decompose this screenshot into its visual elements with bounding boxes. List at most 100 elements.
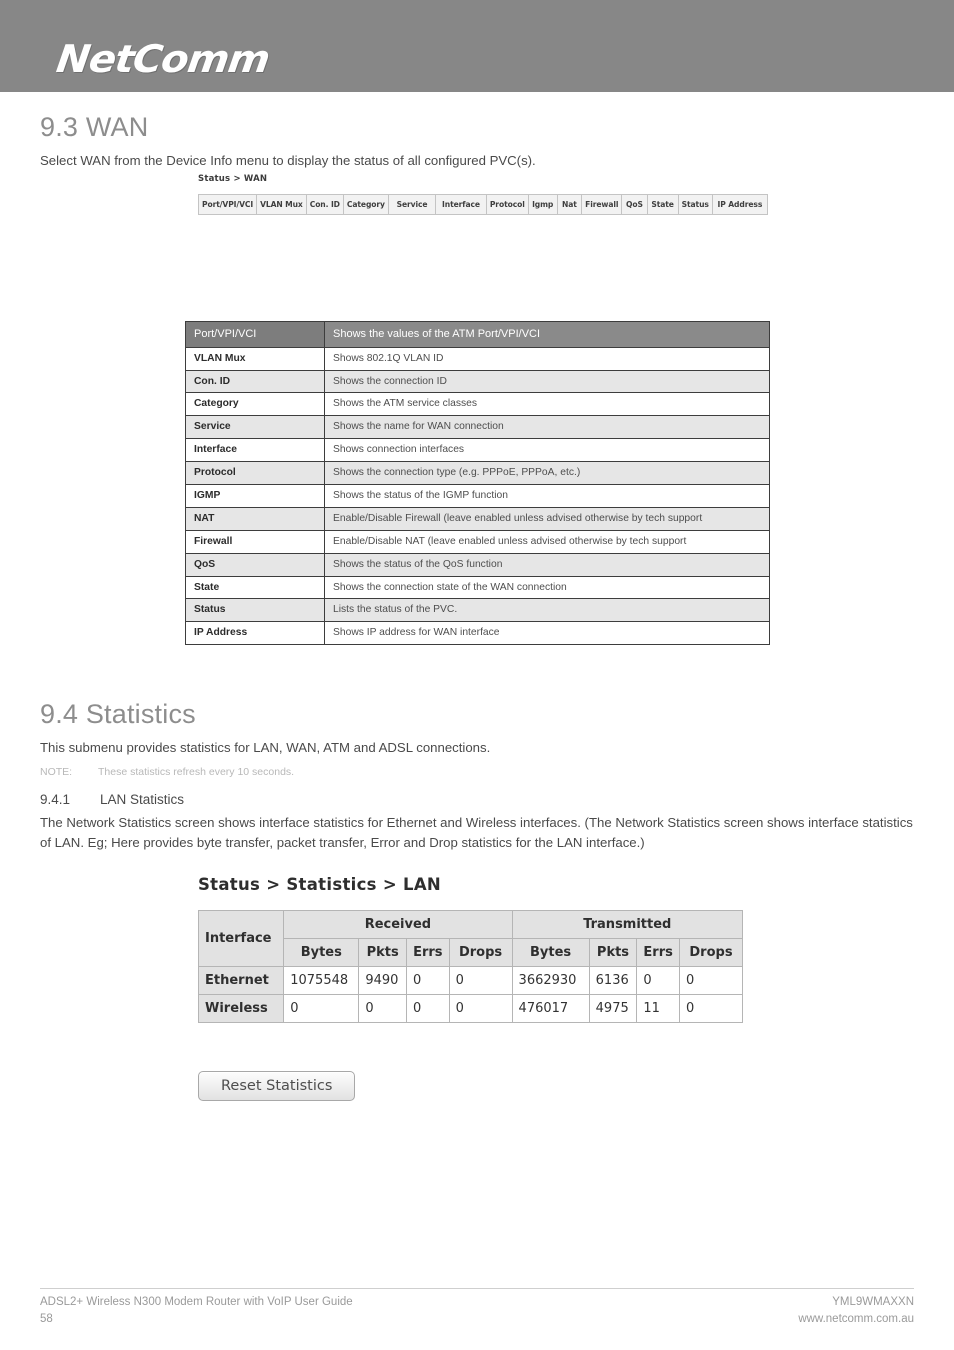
subsection-label: LAN Statistics (100, 792, 185, 808)
lan-cell-rx-pkts: 9490 (358, 965, 407, 995)
row-field: Protocol (185, 461, 325, 485)
statistics-section: 9.4 Statistics This submenu provides sta… (40, 699, 914, 852)
page-content: 9.3 WAN Select WAN from the Device Info … (40, 92, 914, 1101)
row-field: Interface (185, 438, 325, 463)
row-description: Shows the name for WAN connection (324, 415, 770, 440)
lan-cell-rx-drops: 0 (448, 993, 513, 1023)
row-description: Enable/Disable NAT (leave enabled unless… (324, 529, 770, 554)
lan-cell-tx-drops: 0 (678, 965, 744, 995)
wan-col-nat: Nat (556, 194, 583, 215)
row-description: Shows the connection state of the WAN co… (324, 575, 770, 600)
wan-col-category: Category (342, 194, 389, 215)
lan-col-tx-bytes: Bytes (511, 937, 590, 967)
lan-statistics-paragraph: The Network Statistics screen shows inte… (40, 815, 913, 850)
lan-col-rx-errs: Errs (406, 937, 450, 967)
lan-col-rx-drops: Drops (448, 937, 513, 967)
lan-row-interface: Ethernet (197, 965, 285, 995)
row-field: IGMP (185, 483, 325, 508)
row-description: Shows the status of the IGMP function (324, 483, 770, 508)
subsection-title-lan-statistics: 9.4.1 LAN Statistics (40, 792, 914, 807)
table-row: Con. ID Shows the connection ID (185, 369, 770, 394)
page-footer: ADSL2+ Wireless N300 Modem Router with V… (40, 1288, 914, 1329)
table-row: NAT Enable/Disable Firewall (leave enabl… (185, 506, 770, 531)
lan-cell-rx-pkts: 0 (358, 993, 407, 1023)
statistics-intro-text: This submenu provides statistics for LAN… (40, 740, 491, 756)
table-row: IP Address Shows IP address for WAN inte… (185, 621, 770, 646)
lan-col-tx-pkts: Pkts (588, 937, 638, 967)
row-description: Shows the connection type (e.g. PPPoE, P… (324, 461, 770, 485)
row-field: State (185, 575, 325, 600)
lan-cell-tx-drops: 0 (678, 993, 744, 1023)
row-field: Category (185, 392, 325, 417)
lan-cell-rx-bytes: 1075548 (283, 965, 360, 995)
row-description: Shows IP address for WAN interface (324, 621, 770, 646)
lan-cell-rx-drops: 0 (448, 965, 513, 995)
statistics-note: NOTE: These statistics refresh every 10 s… (40, 766, 914, 778)
lan-cell-rx-errs: 0 (406, 993, 450, 1023)
lan-col-tx-errs: Errs (636, 937, 680, 967)
row-field: QoS (185, 552, 325, 577)
lan-col-tx-drops: Drops (678, 937, 744, 967)
footer-guide-title: ADSL2+ Wireless N300 Modem Router with V… (40, 1296, 353, 1308)
wan-col-igmp: Igmp (527, 194, 558, 215)
row-field: Firewall (185, 529, 325, 554)
lan-col-rx-bytes: Bytes (283, 937, 360, 967)
row-description: Shows the ATM service classes (324, 392, 770, 417)
lan-col-interface: Interface (197, 909, 285, 967)
table-row: IGMP Shows the status of the IGMP functi… (185, 483, 770, 508)
table-row: Ethernet 1075548 9490 0 0 3662930 6136 0… (197, 965, 744, 995)
row-description: Lists the status of the PVC. (324, 598, 770, 623)
wan-intro-text: Select WAN from the Device Info menu to … (40, 153, 536, 168)
footer-model-code: YML9WMAXXN (832, 1296, 914, 1308)
lan-cell-rx-bytes: 0 (283, 993, 360, 1023)
table-row: Interface Shows connection interfaces (185, 438, 770, 463)
wan-field-description-table-wrap: Port/VPI/VCI Shows the values of the ATM… (185, 320, 914, 646)
lan-group-received: Received (283, 909, 513, 939)
lan-cell-tx-bytes: 476017 (511, 993, 590, 1023)
wan-col-firewall: Firewall (581, 194, 623, 215)
table-row: State Shows the connection state of the … (185, 575, 770, 600)
lan-statistics-table: Interface Received Transmitted Bytes Pkt… (197, 909, 744, 1023)
table-row: Status Lists the status of the PVC. (185, 598, 770, 623)
wan-col-protocol: Protocol (485, 194, 529, 215)
wan-col-ip-address: IP Address (711, 194, 769, 215)
lan-row-interface: Wireless (197, 993, 285, 1023)
wan-col-state: State (646, 194, 679, 215)
wan-col-service: Service (387, 194, 437, 215)
row-field: Service (185, 415, 325, 440)
table-row: VLAN Mux Shows 802.1Q VLAN ID (185, 346, 770, 371)
lan-col-rx-pkts: Pkts (358, 937, 407, 967)
wan-table-header-row: Port/VPI/VCI VLAN Mux Con. ID Category S… (197, 194, 769, 215)
lan-cell-rx-errs: 0 (406, 965, 450, 995)
wan-col-qos: QoS (621, 194, 648, 215)
lan-cell-tx-bytes: 3662930 (511, 965, 590, 995)
wan-col-interface: Interface (435, 194, 487, 215)
wan-col-con-id: Con. ID (305, 194, 344, 215)
row-description: Shows connection interfaces (324, 438, 770, 463)
wan-breadcrumb: Status > WAN (198, 174, 268, 184)
row-description: Shows 802.1Q VLAN ID (324, 346, 770, 371)
wan-col-status: Status (677, 194, 713, 215)
footer-page-number: 58 (40, 1313, 53, 1326)
wan-status-screenshot: Status > WAN Port/VPI/VCI VLAN Mux Con. … (197, 174, 769, 215)
lan-cell-tx-errs: 0 (636, 965, 680, 995)
lan-statistics-screenshot: Status > Statistics > LAN Interface Rece… (197, 875, 758, 1023)
row-field: IP Address (185, 621, 325, 646)
reset-statistics-button[interactable]: Reset Statistics (198, 1070, 356, 1101)
brand-header-bar: NetComm (0, 0, 954, 92)
page-title-wan: 9.3 WAN (40, 112, 149, 142)
row-field: NAT (185, 506, 325, 531)
page-title-statistics: 9.4 Statistics (40, 699, 196, 730)
lan-cell-tx-errs: 11 (636, 993, 680, 1023)
footer-left: ADSL2+ Wireless N300 Modem Router with V… (40, 1294, 353, 1329)
note-label: NOTE: (40, 766, 73, 779)
row-field: Status (185, 598, 325, 623)
wan-field-description-table: Port/VPI/VCI Shows the values of the ATM… (185, 320, 770, 646)
subsection-number: 9.4.1 (40, 792, 71, 808)
table-row: QoS Shows the status of the QoS function (185, 552, 770, 577)
row-description: Shows the status of the QoS function (324, 552, 770, 577)
note-text: These statistics refresh every 10 second… (98, 766, 295, 779)
lan-group-transmitted: Transmitted (511, 909, 744, 939)
footer-right: YML9WMAXXN www.netcomm.com.au (798, 1294, 914, 1329)
lan-group-header-row: Interface Received Transmitted (197, 909, 744, 967)
